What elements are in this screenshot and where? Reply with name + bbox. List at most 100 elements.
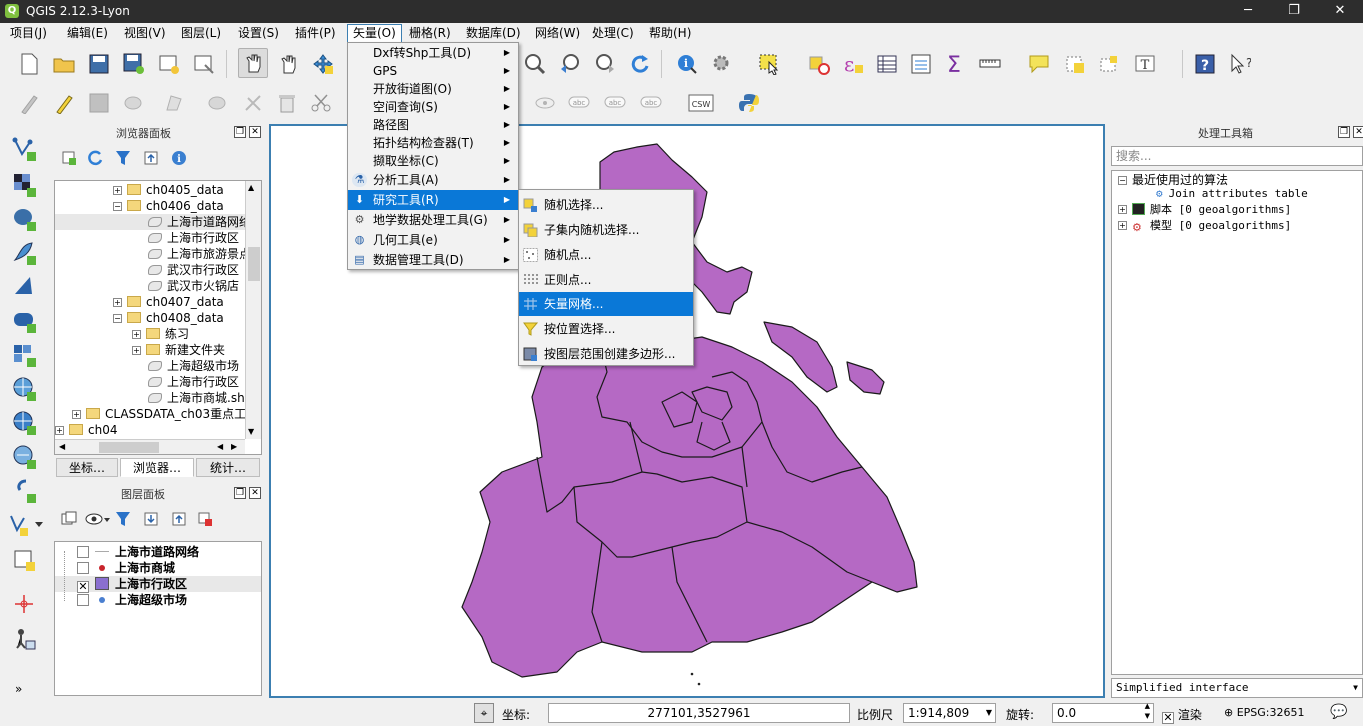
move-feature-icon[interactable] [160, 88, 190, 118]
minimize-button[interactable]: ─ [1225, 0, 1271, 23]
messages-icon[interactable]: 💬 [1330, 704, 1347, 720]
menu-web[interactable]: 网络(W) [530, 24, 585, 43]
add-vector-layer-icon[interactable] [10, 134, 40, 164]
select-by-expression-icon[interactable]: ε [838, 49, 868, 79]
menu-project[interactable]: 项目(J) [5, 24, 52, 43]
hand-icon[interactable] [273, 49, 303, 79]
close-button[interactable]: ✕ [1317, 0, 1363, 23]
current-edits-icon[interactable] [14, 88, 44, 118]
layer-item[interactable]: 上海市道路网络 [77, 544, 199, 560]
vertical-scrollbar[interactable]: ▲ ▼ [245, 181, 261, 439]
save-edits-icon[interactable] [84, 88, 114, 118]
field-calculator-icon[interactable] [906, 49, 936, 79]
menu-item-random-points[interactable]: 随机点... [519, 243, 693, 267]
collapse-all-icon[interactable] [139, 146, 163, 170]
save-as-icon[interactable] [119, 49, 149, 79]
render-toggle[interactable]: ✕ 渲染 [1162, 706, 1202, 724]
tree-item[interactable]: 上海市行政区 [148, 230, 239, 246]
tree-item[interactable]: + 练习 [132, 326, 189, 342]
menu-processing[interactable]: 处理(C) [587, 24, 639, 43]
tree-item[interactable]: + ⚙ 模型 [0 geoalgorithms] [1118, 218, 1291, 234]
expand-icon[interactable]: + [132, 346, 141, 355]
tree-item-selected[interactable]: 上海市道路网络 [55, 214, 253, 230]
new-project-icon[interactable] [14, 49, 44, 79]
python-console-icon[interactable] [734, 88, 764, 118]
menu-layer[interactable]: 图层(L) [176, 24, 226, 43]
horizontal-scrollbar[interactable]: ◀ ◀ ▶ [55, 439, 245, 454]
menu-item-geometry-tools[interactable]: ◍ 几何工具(e) ▶ [348, 230, 518, 250]
menu-item-random-subset[interactable]: 子集内随机选择... [519, 218, 693, 242]
add-oracle-layer-icon[interactable] [10, 306, 40, 336]
properties-icon[interactable]: i [167, 146, 191, 170]
identify-icon[interactable]: i [672, 49, 702, 79]
menu-raster[interactable]: 栅格(R) [404, 24, 456, 43]
menu-vector[interactable]: 矢量(O) [347, 24, 402, 43]
menu-item-coordinate-capture[interactable]: 撷取坐标(C) ▶ [348, 151, 518, 171]
render-checkbox[interactable]: ✕ [1162, 712, 1174, 724]
more-tools-icon[interactable]: » [15, 682, 22, 696]
label-pin-icon[interactable]: abc [564, 88, 594, 118]
remove-layer-icon[interactable] [193, 507, 217, 531]
label-show-hide-icon[interactable] [530, 88, 560, 118]
close-panel-icon[interactable]: ✕ [249, 487, 261, 499]
menu-item-select-by-location[interactable]: 按位置选择... [519, 317, 693, 341]
tree-item[interactable]: + ch0407_data [113, 294, 224, 310]
tree-item[interactable]: 武汉市火锅店 [148, 278, 239, 294]
tree-item[interactable]: 上海市商城.shp [148, 390, 252, 406]
refresh-icon[interactable] [624, 49, 654, 79]
float-panel-icon[interactable]: ❐ [1338, 126, 1350, 138]
menu-item-random-selection[interactable]: 随机选择... [519, 193, 693, 217]
close-panel-icon[interactable]: ✕ [1353, 126, 1363, 138]
rotation-spinbox[interactable]: 0.0 ▲ ▼ [1052, 702, 1154, 723]
trash-icon[interactable] [272, 88, 302, 118]
expand-icon[interactable]: + [72, 410, 81, 419]
interface-mode-select[interactable]: Simplified interface ▼ [1111, 678, 1363, 698]
scroll-right-icon[interactable]: ▶ [231, 442, 237, 451]
layer-checkbox[interactable] [77, 562, 89, 574]
add-postgis-layer-icon[interactable] [10, 204, 40, 234]
menu-item-road-graph[interactable]: 路径图 ▶ [348, 115, 518, 135]
menu-item-data-management-tools[interactable]: ▤ 数据管理工具(D) ▶ [348, 250, 518, 270]
tree-item[interactable]: − ch0406_data [113, 198, 224, 214]
new-shapefile-icon[interactable] [6, 510, 46, 540]
collapse-icon[interactable]: − [113, 202, 122, 211]
add-wfs-layer-icon[interactable] [10, 442, 40, 472]
menu-item-gps[interactable]: GPS ▶ [348, 61, 518, 81]
tree-item[interactable]: 上海市旅游景点 [148, 246, 251, 262]
scroll-up-icon[interactable]: ▲ [248, 183, 254, 192]
menu-item-analysis-tools[interactable]: ⚗ 分析工具(A) ▶ [348, 170, 518, 190]
toggle-coordinate-mode-icon[interactable]: ⌖ [474, 703, 494, 723]
menu-plugins[interactable]: 插件(P) [290, 24, 341, 43]
tree-item[interactable]: − ch0408_data [113, 310, 224, 326]
menu-item-osm[interactable]: 开放街道图(O) ▶ [348, 79, 518, 99]
maximize-button[interactable]: ❐ [1271, 0, 1317, 23]
zoom-last-icon[interactable] [555, 49, 585, 79]
tab-coordinates[interactable]: 坐标… [56, 458, 118, 477]
menu-item-polygon-from-layer-extent[interactable]: 按图层范围创建多边形... [519, 342, 693, 366]
tree-item[interactable]: + ch04 [55, 422, 117, 438]
scroll-left-icon[interactable]: ◀ [217, 442, 223, 451]
add-delimited-text-icon[interactable] [10, 476, 40, 506]
menu-item-spatial-query[interactable]: 空间查询(S) ▶ [348, 97, 518, 117]
select-features-icon[interactable] [754, 49, 784, 79]
expand-icon[interactable]: + [113, 186, 122, 195]
tree-item[interactable]: 武汉市行政区 [148, 262, 239, 278]
menu-item-vector-grid[interactable]: 矢量网格... [519, 292, 693, 316]
menu-edit[interactable]: 编辑(E) [62, 24, 113, 43]
collapse-icon[interactable]: − [1118, 176, 1127, 185]
layer-item[interactable]: 上海市商城 [77, 560, 175, 576]
menu-database[interactable]: 数据库(D) [461, 24, 526, 43]
deselect-icon[interactable] [804, 49, 834, 79]
expand-icon[interactable]: + [1118, 221, 1127, 230]
add-point-icon[interactable] [10, 590, 40, 620]
expand-icon[interactable]: + [132, 330, 141, 339]
statistics-icon[interactable]: Σ [940, 49, 970, 79]
toggle-editing-icon[interactable] [49, 88, 79, 118]
add-feature-icon[interactable] [119, 88, 149, 118]
add-group-icon[interactable] [57, 507, 81, 531]
node-tool-icon[interactable] [203, 88, 233, 118]
label-rotate-icon[interactable]: abc [636, 88, 666, 118]
composer-manager-icon[interactable] [189, 49, 219, 79]
new-bookmark-icon[interactable] [1060, 49, 1090, 79]
run-feature-action-icon[interactable] [707, 49, 737, 79]
